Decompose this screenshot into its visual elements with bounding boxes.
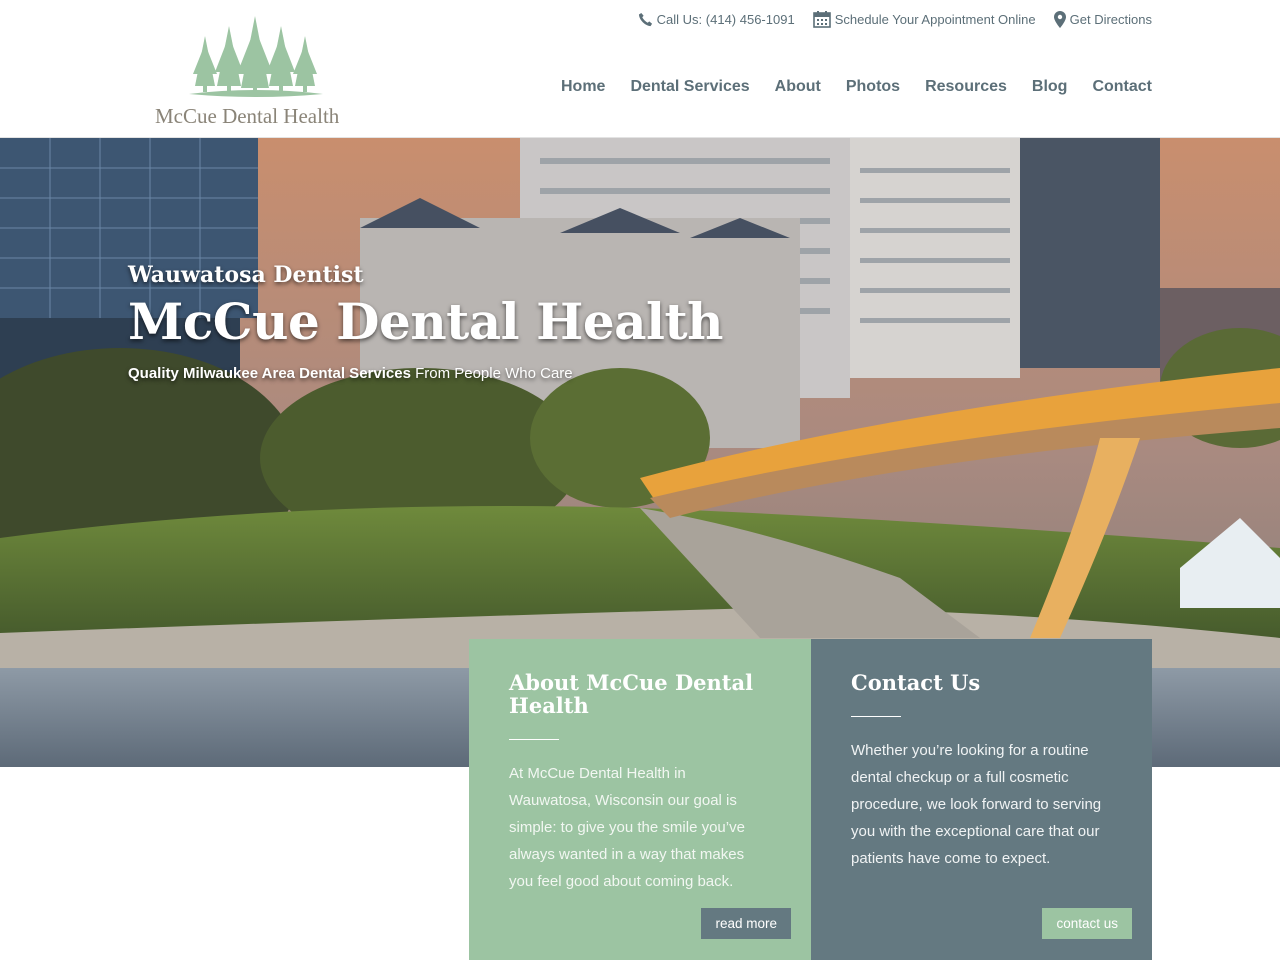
contact-heading: Contact Us [851,670,981,695]
contact-us-button[interactable]: contact us [1042,908,1132,939]
map-pin-icon [1053,10,1066,28]
about-divider [509,739,559,740]
nav-item-resources[interactable]: Resources [925,78,1007,96]
nav-item-contact[interactable]: Contact [1092,78,1152,96]
about-heading: About McCue Dental Health [509,670,754,718]
contact-panel: Contact Us Whether you’re looking for a … [811,639,1152,960]
nav-item-blog[interactable]: Blog [1032,78,1068,96]
nav-item-home[interactable]: Home [561,78,605,96]
pine-trees-logo-icon [189,16,323,97]
schedule-appointment-label: Schedule Your Appointment Online [834,11,1036,27]
get-directions-label: Get Directions [1069,11,1152,27]
get-directions-link[interactable]: Get Directions [1053,10,1152,28]
about-body: At McCue Dental Health in Wauwatosa, Wis… [509,765,745,890]
utility-bar: Call Us: (414) 456-1091 Schedule Your Ap… [638,10,1152,28]
site-header: McCue Dental Health Call Us: (414) 456-1… [0,0,1280,138]
call-us-label: Call Us: (414) 456-1091 [656,11,795,27]
about-panel: About McCue Dental Health At McCue Denta… [469,639,811,960]
phone-icon [638,12,652,26]
hero-copy: Wauwatosa Dentist McCue Dental Health Qu… [128,262,723,382]
hero-tagline-bold: Quality Milwaukee Area Dental Services [128,365,411,382]
hero-title: McCue Dental Health [128,292,723,351]
logo-wordmark: McCue Dental Health [155,104,340,128]
hero-tagline-rest: From People Who Care [410,365,573,382]
schedule-appointment-link[interactable]: Schedule Your Appointment Online [812,10,1036,28]
contact-divider [851,716,901,717]
call-us-link[interactable]: Call Us: (414) 456-1091 [638,10,795,28]
site-logo[interactable]: McCue Dental Health [155,14,365,130]
read-more-button[interactable]: read more [701,908,791,939]
contact-body: Whether you’re looking for a routine den… [851,742,1102,867]
nav-item-photos[interactable]: Photos [846,78,900,96]
calendar-icon [812,11,831,28]
nav-item-dental-services[interactable]: Dental Services [630,78,749,96]
hero-subtitle: Wauwatosa Dentist [128,262,364,288]
nav-item-about[interactable]: About [775,78,821,96]
hero-tagline: Quality Milwaukee Area Dental Services F… [128,365,723,382]
main-nav: Home Dental Services About Photos Resour… [561,78,1152,96]
